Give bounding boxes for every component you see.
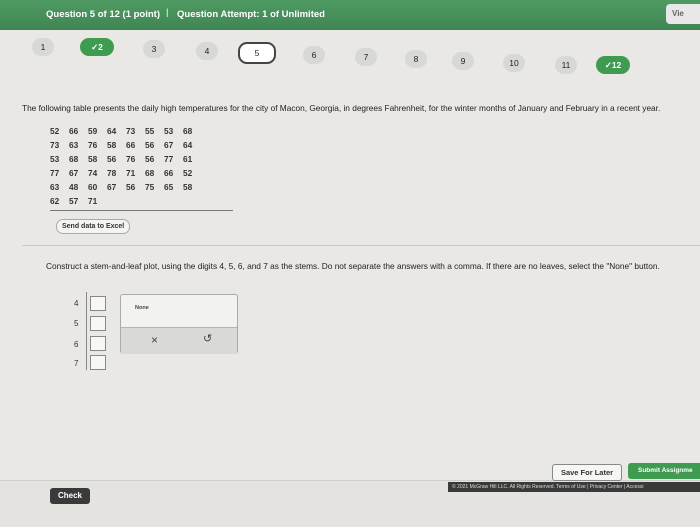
stem-divider-line [86,292,87,370]
submit-assignment-button[interactable]: Submit Assignme [628,463,700,479]
none-button[interactable]: None [135,305,149,311]
header-separator: | [166,7,169,18]
leaf-input-5[interactable] [90,316,106,331]
temperature-table: 52 66 59 64 73 55 53 68 73 63 76 58 66 56 67 64 53 68 58… [50,124,202,208]
attempt-counter: Question Attempt: 1 of Unlimited [177,9,325,20]
stem-label-4: 4 [74,299,79,308]
nav-question-4[interactable]: 4 [196,42,218,60]
nav-question-2[interactable]: ✓2 [80,38,114,56]
clear-icon[interactable]: × [151,333,158,347]
nav-question-5[interactable]: 5 [238,42,276,64]
section-divider [22,245,700,246]
save-for-later-button[interactable]: Save For Later [552,464,622,481]
problem-prompt: The following table presents the daily h… [22,103,661,113]
nav-question-1[interactable]: 1 [32,38,54,56]
nav-question-10[interactable]: 10 [503,54,525,72]
table-row: 77 67 74 78 71 68 66 52 [50,168,193,178]
nav-question-11[interactable]: 11 [555,56,577,74]
tool-action-bar: × ↺ [121,327,237,354]
nav-question-8[interactable]: 8 [405,50,427,68]
leaf-input-4[interactable] [90,296,106,311]
answer-tool-panel: None × ↺ [120,294,238,354]
stem-label-5: 5 [74,319,79,328]
table-row: 73 63 76 58 66 56 67 64 [50,140,193,150]
leaf-input-7[interactable] [90,355,106,370]
nav-question-12[interactable]: ✓12 [596,56,630,74]
question-counter: Question 5 of 12 (1 point) [46,9,161,20]
nav-question-9[interactable]: 9 [452,52,474,70]
copyright-footer: © 2021 McGraw Hill LLC. All Rights Reser… [448,482,700,492]
stem-label-7: 7 [74,359,79,368]
undo-icon[interactable]: ↺ [203,332,212,345]
check-button[interactable]: Check [50,488,90,504]
nav-question-6[interactable]: 6 [303,46,325,64]
leaf-input-6[interactable] [90,336,106,351]
stem-label-6: 6 [74,340,79,349]
table-divider [50,210,233,211]
nav-question-7[interactable]: 7 [355,48,377,66]
view-button[interactable]: Vie [666,4,700,24]
table-row: 53 68 58 56 76 56 77 61 [50,154,193,164]
table-row: 63 48 60 67 56 75 65 58 [50,182,193,192]
nav-question-3[interactable]: 3 [143,40,165,58]
table-row: 52 66 59 64 73 55 53 68 [50,126,193,136]
send-to-excel-button[interactable]: Send data to Excel [56,219,131,234]
table-row: 62 57 71 [50,196,98,206]
header-bar: Question 5 of 12 (1 point) | Question At… [0,0,700,30]
task-instruction: Construct a stem-and-leaf plot, using th… [46,261,660,271]
